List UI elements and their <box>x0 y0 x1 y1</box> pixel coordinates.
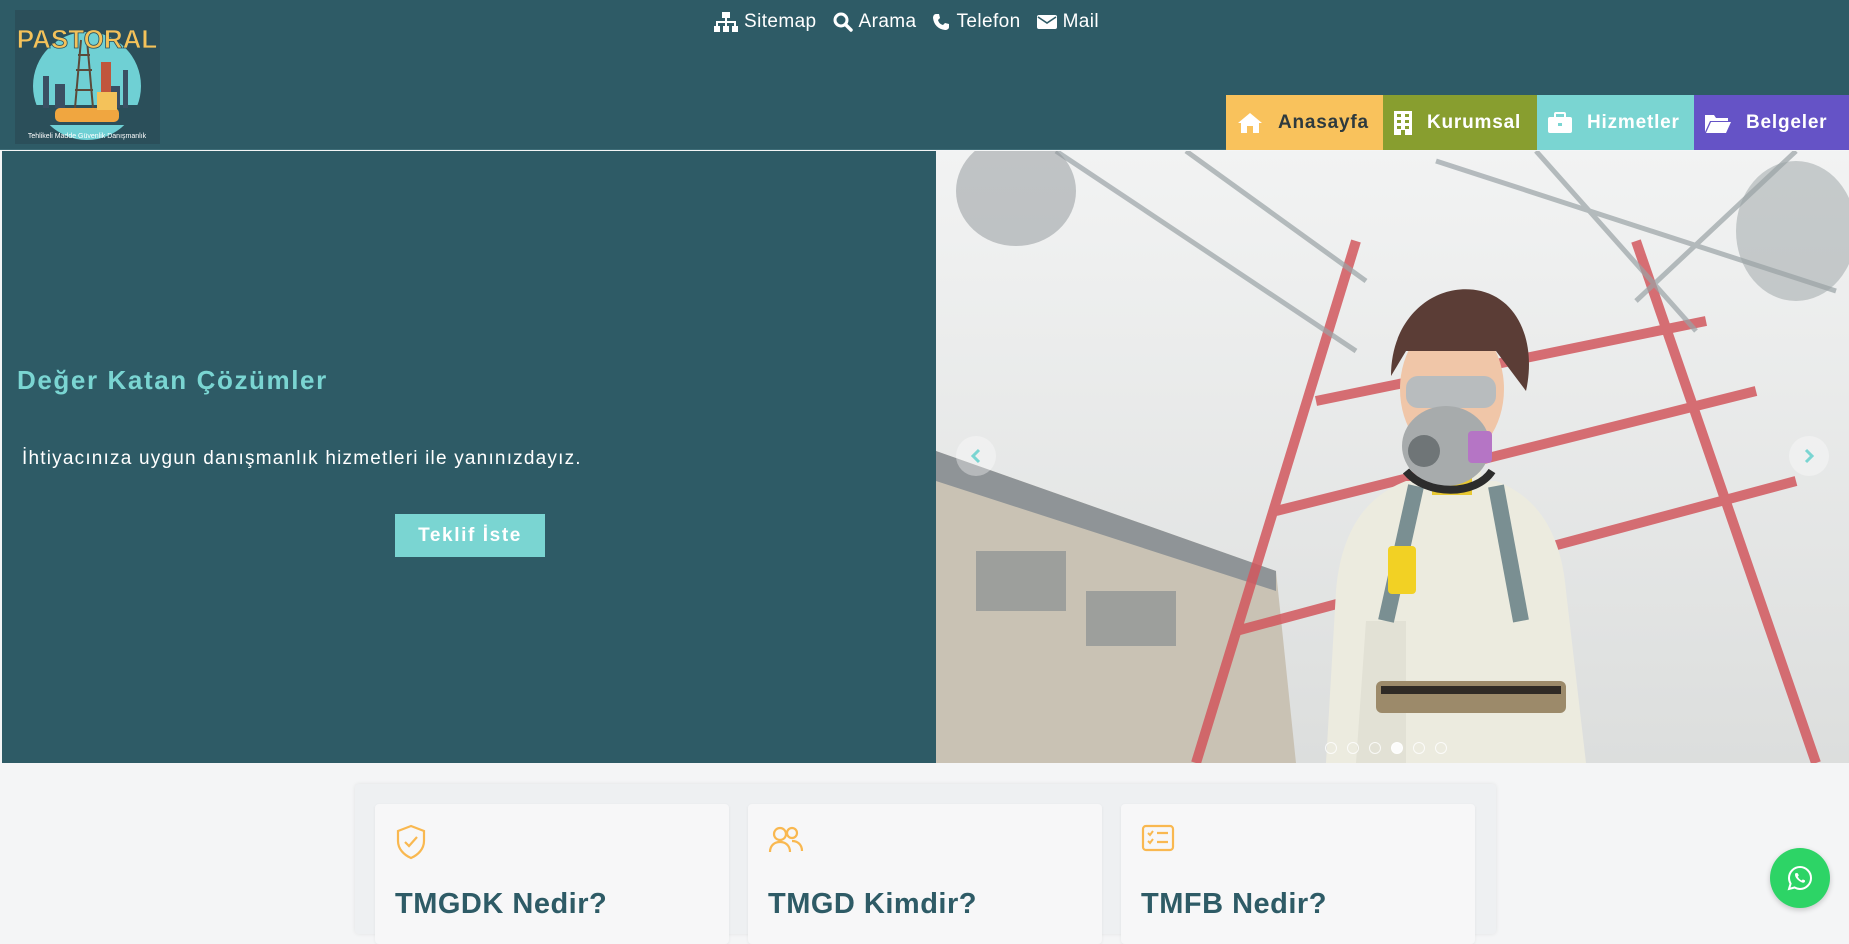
nav-item-anasayfa[interactable]: Anasayfa <box>1226 95 1383 150</box>
site-logo[interactable]: PASTORAL Tehlikeli Madde Güvenlik Danışm… <box>15 10 160 144</box>
users-icon <box>768 826 804 853</box>
mail-link[interactable]: Mail <box>1036 11 1099 33</box>
home-icon <box>1238 112 1262 133</box>
card-title-tmfb: TMFB Nedir? <box>1141 888 1327 920</box>
logo-tagline: Tehlikeli Madde Güvenlik Danışmanlık <box>28 133 147 140</box>
card-tmgdk[interactable]: TMGDK Nedir? <box>375 804 729 944</box>
info-cards: TMGDK Nedir? TMGD Kimdir? TMFB Nedir? <box>355 784 1496 944</box>
chevron-left-icon <box>970 448 981 464</box>
slider-dot[interactable] <box>1347 742 1359 754</box>
slider-dot[interactable] <box>1435 742 1447 754</box>
slider-dots <box>1325 742 1447 754</box>
phone-label: Telefon <box>956 11 1021 32</box>
building-icon <box>1394 110 1412 135</box>
card-tmfb[interactable]: TMFB Nedir? <box>1121 804 1475 944</box>
sitemap-label: Sitemap <box>744 11 817 32</box>
request-quote-button[interactable]: Teklif İste <box>395 514 545 557</box>
folder-icon <box>1705 114 1731 133</box>
site-header: PASTORAL Tehlikeli Madde Güvenlik Danışm… <box>0 0 1849 150</box>
slider-prev-button[interactable] <box>956 436 996 476</box>
briefcase-icon <box>1548 111 1572 133</box>
whatsapp-button[interactable] <box>1770 848 1830 908</box>
slider-next-button[interactable] <box>1789 436 1829 476</box>
hero-subtitle: İhtiyacınıza uygun danışmanlık hizmetler… <box>22 448 582 469</box>
whatsapp-icon <box>1787 865 1813 891</box>
nav-label-belgeler: Belgeler <box>1746 111 1828 133</box>
card-title-tmgd: TMGD Kimdir? <box>768 888 977 920</box>
nav-label-anasayfa: Anasayfa <box>1278 111 1369 133</box>
hero-slider <box>936 151 1849 763</box>
phone-link[interactable]: Telefon <box>932 11 1020 33</box>
main-nav: Anasayfa Kurumsal Hizmetler Belgeler <box>1226 95 1849 150</box>
hero-title: Değer Katan Çözümler <box>17 365 328 395</box>
sitemap-icon <box>714 12 738 32</box>
search-label: Arama <box>858 11 917 32</box>
phone-icon <box>933 14 950 30</box>
logo-text: PASTORAL <box>17 24 158 54</box>
search-link[interactable]: Arama <box>833 11 917 33</box>
slider-dot[interactable] <box>1369 742 1381 754</box>
mail-label: Mail <box>1062 11 1099 32</box>
slider-dot[interactable] <box>1391 742 1403 754</box>
slide-image <box>936 151 1849 763</box>
mail-icon <box>1036 15 1057 29</box>
sitemap-link[interactable]: Sitemap <box>714 11 817 33</box>
checklist-icon <box>1141 824 1175 852</box>
shield-check-icon <box>396 824 426 860</box>
card-tmgd[interactable]: TMGD Kimdir? <box>748 804 1102 944</box>
nav-item-kurumsal[interactable]: Kurumsal <box>1383 95 1537 150</box>
search-icon <box>833 12 853 32</box>
nav-label-hizmetler: Hizmetler <box>1587 111 1680 133</box>
utility-links: Sitemap Arama Telefon Mail <box>714 9 1099 35</box>
nav-item-hizmetler[interactable]: Hizmetler <box>1537 95 1694 150</box>
nav-item-belgeler[interactable]: Belgeler <box>1694 95 1849 150</box>
card-title-tmgdk: TMGDK Nedir? <box>395 888 608 920</box>
chevron-right-icon <box>1804 448 1815 464</box>
slider-dot[interactable] <box>1413 742 1425 754</box>
slider-dot[interactable] <box>1325 742 1337 754</box>
nav-label-kurumsal: Kurumsal <box>1427 111 1522 133</box>
hero-text-panel: Değer Katan Çözümler İhtiyacınıza uygun … <box>2 151 936 763</box>
